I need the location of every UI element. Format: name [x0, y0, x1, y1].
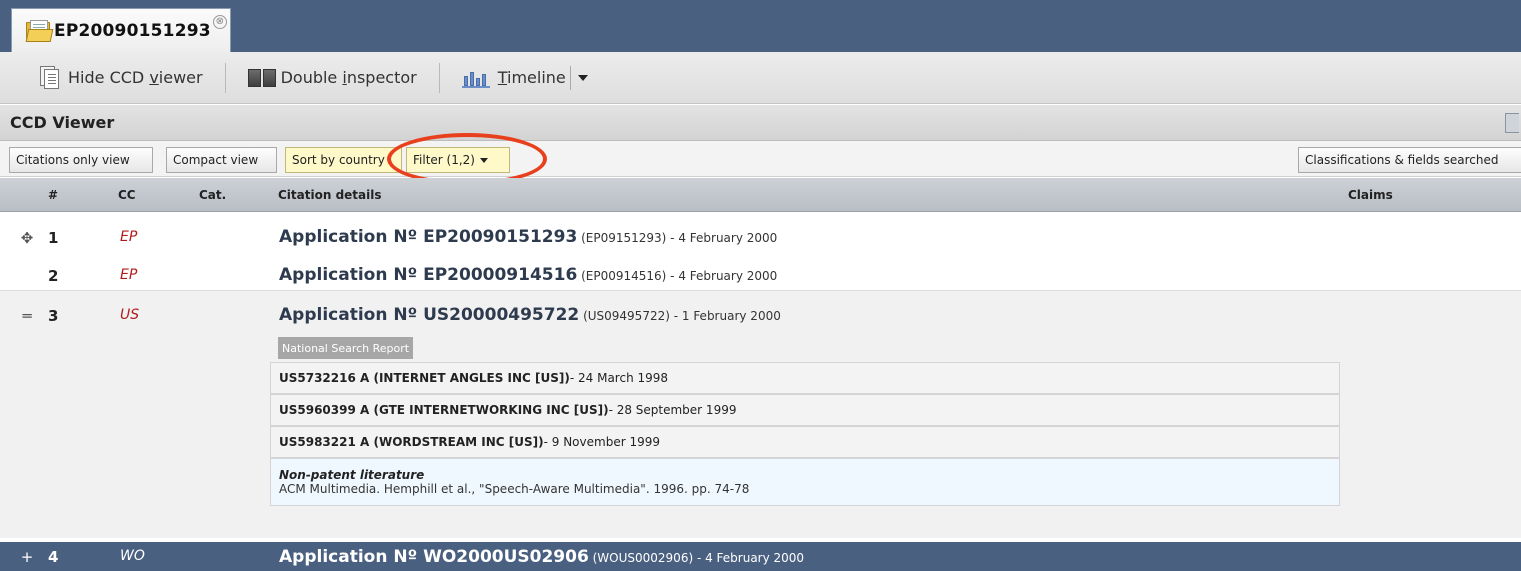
- collapse-icon[interactable]: ═: [20, 307, 34, 325]
- national-search-report-label: National Search Report: [278, 337, 414, 359]
- col-num[interactable]: #: [48, 188, 58, 202]
- npl-heading: Non-patent literature: [279, 468, 425, 482]
- citation-item[interactable]: US5983221 A (WORDSTREAM INC [US]) - 9 No…: [270, 426, 1340, 458]
- country-code: EP: [120, 229, 138, 245]
- citation-details[interactable]: Application Nº US20000495722 (US09495722…: [279, 305, 781, 325]
- chevron-down-icon: [479, 157, 488, 163]
- panel-title: CCD Viewer: [10, 113, 115, 132]
- compact-view-button[interactable]: Compact view: [166, 147, 277, 173]
- toolbar-separator: [438, 62, 440, 93]
- column-header: # CC Cat. Citation details Claims: [0, 178, 1521, 212]
- double-inspector-button[interactable]: Double inspector: [240, 60, 425, 96]
- filter-label: Filter (1,2): [413, 153, 475, 167]
- timeline-icon: [461, 68, 492, 88]
- table-row-selected[interactable]: + 4 WO Application Nº WO2000US02906 (WOU…: [0, 542, 1521, 571]
- row-number: 2: [48, 267, 59, 285]
- npl-text: ACM Multimedia. Hemphill et al., "Speech…: [279, 482, 750, 496]
- table-row[interactable]: 2 EP Application Nº EP20000914516 (EP009…: [0, 262, 1521, 290]
- hide-ccd-viewer-label: Hide CCD viewer: [68, 68, 203, 87]
- timeline-label: Timeline: [497, 68, 566, 87]
- print-icon[interactable]: [1505, 113, 1519, 133]
- filter-bar: Citations only view Compact view Sort by…: [0, 141, 1521, 177]
- tab-title: EP20090151293: [54, 20, 211, 41]
- double-inspector-icon: [247, 68, 276, 87]
- filter-dropdown[interactable]: Filter (1,2): [406, 147, 510, 173]
- toolbar: Hide CCD viewer Double inspector Timelin…: [0, 52, 1521, 104]
- row-number: 4: [48, 548, 59, 566]
- country-code: WO: [120, 548, 145, 564]
- col-claims[interactable]: Claims: [1348, 188, 1393, 202]
- expand-icon[interactable]: ✥: [20, 229, 34, 247]
- timeline-button[interactable]: Timeline: [454, 60, 596, 96]
- citation-details[interactable]: Application Nº EP20090151293 (EP09151293…: [279, 227, 777, 247]
- tab-bar: EP20090151293 ⊗: [0, 0, 1521, 52]
- country-code: US: [120, 307, 140, 323]
- folder-icon: [25, 19, 54, 42]
- ccd-viewer-header: CCD Viewer: [0, 105, 1521, 141]
- double-inspector-label: Double inspector: [280, 68, 417, 87]
- row-number: 3: [48, 307, 59, 325]
- row-number: 1: [48, 229, 59, 247]
- expand-icon[interactable]: +: [20, 548, 34, 566]
- citation-details[interactable]: Application Nº WO2000US02906 (WOUS000290…: [279, 547, 804, 567]
- toolbar-separator: [224, 62, 226, 93]
- citation-details[interactable]: Application Nº EP20000914516 (EP00914516…: [279, 265, 777, 285]
- col-citation-details[interactable]: Citation details: [278, 188, 382, 202]
- country-code: EP: [120, 267, 138, 283]
- ccd-viewer-icon: [38, 65, 64, 91]
- timeline-dropdown[interactable]: [569, 65, 588, 90]
- hide-ccd-viewer-button[interactable]: Hide CCD viewer: [30, 60, 211, 96]
- col-cat[interactable]: Cat.: [199, 188, 226, 202]
- close-icon[interactable]: ⊗: [212, 14, 227, 29]
- sort-by-country-button[interactable]: Sort by country: [285, 147, 402, 173]
- table-row[interactable]: ✥ 1 EP Application Nº EP20090151293 (EP0…: [0, 224, 1521, 252]
- citation-item[interactable]: US5960399 A (GTE INTERNETWORKING INC [US…: [270, 394, 1340, 426]
- citations-only-view-button[interactable]: Citations only view: [9, 147, 153, 173]
- col-cc[interactable]: CC: [118, 188, 136, 202]
- document-tab[interactable]: EP20090151293 ⊗: [11, 8, 231, 52]
- citation-item[interactable]: US5732216 A (INTERNET ANGLES INC [US]) -…: [270, 362, 1340, 394]
- table-row[interactable]: ═ 3 US Application Nº US20000495722 (US0…: [0, 302, 1521, 330]
- classifications-fields-searched-button[interactable]: Classifications & fields searched: [1298, 147, 1521, 173]
- chevron-down-icon: [577, 74, 588, 81]
- non-patent-literature[interactable]: Non-patent literature ACM Multimedia. He…: [270, 458, 1340, 506]
